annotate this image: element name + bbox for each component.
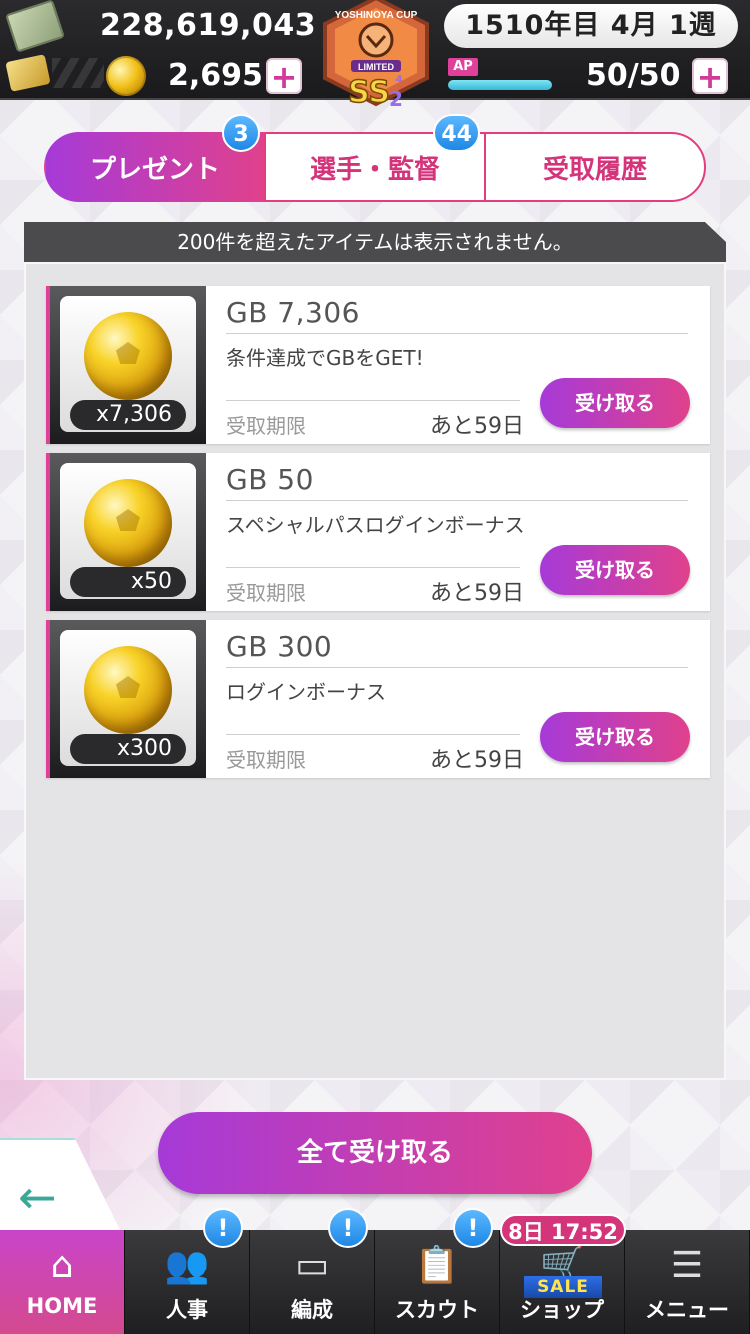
list-item: x50 GB 50 スペシャルパスログインボーナス 受取期限 あと59日 受け取… — [46, 453, 710, 611]
card-decoration — [52, 58, 104, 88]
receive-button[interactable]: 受け取る — [540, 378, 690, 428]
nav-personnel[interactable]: ! 👥 人事 — [125, 1208, 250, 1334]
deadline-label: 受取期限 — [226, 414, 306, 438]
list-item: x7,306 GB 7,306 条件達成でGBをGET! 受取期限 あと59日 … — [46, 286, 710, 444]
nav-home[interactable]: ⌂ HOME — [0, 1230, 125, 1334]
divider — [226, 734, 520, 735]
nav-formation[interactable]: ! ▭ 編成 — [250, 1208, 375, 1334]
game-date: 1510年目 4月 1週 — [444, 4, 738, 48]
item-thumbnail-frame: x7,306 — [50, 286, 206, 444]
divider — [226, 400, 520, 401]
tab-label: 選手・監督 — [309, 154, 440, 185]
people-icon: 👥 — [164, 1245, 210, 1286]
bottom-nav: ⌂ HOME ! 👥 人事 ! ▭ 編成 ! 📋 スカウト 🛒 SALE ショッ… — [0, 1208, 750, 1334]
nav-label: メニュー — [645, 1298, 729, 1322]
notice-bar: 200件を超えたアイテムは表示されません。 — [24, 222, 726, 262]
receive-all-button[interactable]: 全て受け取る — [158, 1112, 592, 1194]
emblem-ss: SS — [348, 75, 390, 110]
tab-label: 受取履歴 — [542, 154, 647, 185]
emblem-limited: LIMITED — [358, 62, 394, 72]
add-ap-button[interactable]: + — [692, 58, 728, 94]
gold-ball-icon — [106, 56, 146, 96]
item-thumbnail: x7,306 — [60, 296, 196, 432]
deadline-label: 受取期限 — [226, 748, 306, 772]
nav-scout[interactable]: ! 📋 スカウト — [375, 1208, 500, 1334]
deadline-label: 受取期限 — [226, 581, 306, 605]
item-title: GB 300 — [226, 630, 333, 663]
emblem-cup-text: YOSHINOYA CUP — [335, 10, 418, 21]
alert-badge: ! — [453, 1208, 493, 1248]
divider — [226, 567, 520, 568]
deadline-value: あと59日 — [430, 581, 524, 606]
back-arrow-icon[interactable]: ← — [18, 1174, 57, 1220]
emblem-side: 4 — [396, 74, 403, 85]
list-item: x300 GB 300 ログインボーナス 受取期限 あと59日 受け取る — [46, 620, 710, 778]
tab-players-managers[interactable]: 選手・監督 44 — [264, 114, 486, 202]
gold-card-icon — [5, 54, 51, 92]
nav-menu[interactable]: ☰ メニュー — [625, 1230, 750, 1334]
tab-history[interactable]: 受取履歴 — [484, 132, 706, 202]
ap-bar — [448, 80, 552, 90]
gold-ball-icon — [84, 646, 172, 734]
money-value: 228,619,043 — [100, 8, 317, 43]
home-icon: ⌂ — [50, 1245, 74, 1286]
item-description: スペシャルパスログインボーナス — [226, 513, 525, 537]
nav-label: 編成 — [291, 1298, 333, 1322]
alert-badge: ! — [328, 1208, 368, 1248]
ap-bar-fill — [448, 80, 552, 90]
tab-count-badge: 44 — [433, 114, 480, 152]
deadline-value: あと59日 — [430, 414, 524, 439]
gb-value: 2,695 — [168, 58, 263, 93]
money-icon — [5, 0, 65, 53]
deadline-value: あと59日 — [430, 748, 524, 773]
tab-present[interactable]: プレゼント 3 — [44, 114, 266, 202]
tab-count-badge: 3 — [222, 114, 260, 152]
item-quantity: x300 — [70, 734, 186, 764]
menu-icon: ☰ — [670, 1245, 704, 1286]
nav-label: スカウト — [395, 1298, 479, 1322]
add-gb-button[interactable]: + — [266, 58, 302, 94]
emblem-level: 2 — [389, 87, 403, 111]
divider — [226, 500, 688, 501]
cup-emblem[interactable]: YOSHINOYA CUP LIMITED SS 2 4 — [315, 0, 437, 114]
item-thumbnail: x50 — [60, 463, 196, 599]
receive-button[interactable]: 受け取る — [540, 712, 690, 762]
gold-ball-icon — [84, 479, 172, 567]
item-quantity: x7,306 — [70, 400, 186, 430]
item-thumbnail: x300 — [60, 630, 196, 766]
nav-label: 人事 — [166, 1298, 208, 1322]
item-title: GB 7,306 — [226, 296, 360, 329]
item-description: 条件達成でGBをGET! — [226, 346, 424, 370]
alert-badge: ! — [203, 1208, 243, 1248]
item-thumbnail-frame: x300 — [50, 620, 206, 778]
divider — [226, 667, 688, 668]
tab-label: プレゼント — [89, 154, 220, 185]
ap-value: 50/50 — [586, 58, 681, 93]
divider — [226, 333, 688, 334]
ap-badge: AP — [448, 58, 478, 76]
sale-timer: 8日 17:52 — [500, 1214, 626, 1246]
present-list[interactable]: x7,306 GB 7,306 条件達成でGBをGET! 受取期限 あと59日 … — [24, 262, 726, 1080]
status-header: 228,619,043 2,695 + YOSHINOYA CUP LIMITE… — [0, 0, 750, 111]
pitch-icon: ▭ — [294, 1245, 329, 1286]
tab-bar: プレゼント 3 選手・監督 44 受取履歴 — [44, 114, 706, 202]
scout-icon: 📋 — [414, 1245, 460, 1286]
item-quantity: x50 — [70, 567, 186, 597]
gold-ball-icon — [84, 312, 172, 400]
nav-label: HOME — [26, 1294, 98, 1318]
item-description: ログインボーナス — [226, 680, 386, 704]
item-thumbnail-frame: x50 — [50, 453, 206, 611]
receive-button[interactable]: 受け取る — [540, 545, 690, 595]
item-title: GB 50 — [226, 463, 314, 496]
nav-label: ショップ — [520, 1298, 604, 1322]
